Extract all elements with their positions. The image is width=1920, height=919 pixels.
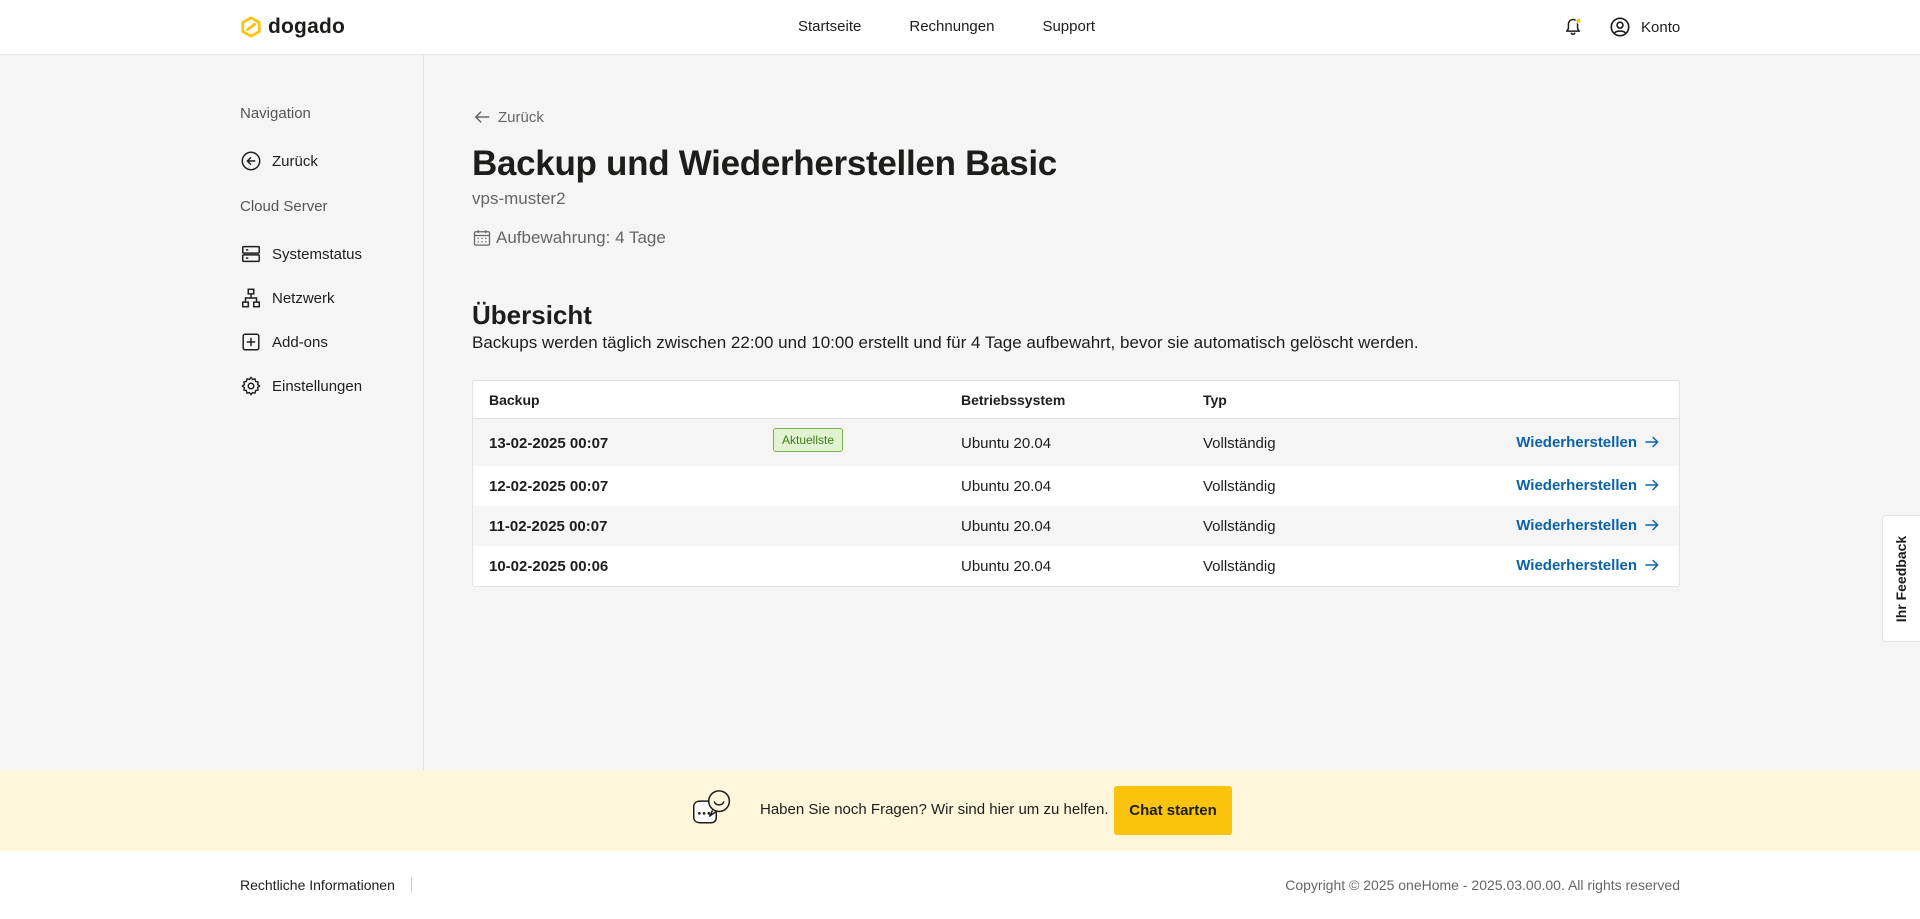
restore-button[interactable]: Wiederherstellen bbox=[1516, 476, 1661, 494]
table-body: 13-02-2025 00:07 Aktuellste Ubuntu 20.04… bbox=[473, 419, 1679, 586]
column-header-os: Betriebssystem bbox=[961, 392, 1066, 408]
arrow-right-icon bbox=[1645, 436, 1659, 448]
content-area: Navigation Zurück Cloud Server Systemsta… bbox=[0, 55, 1920, 770]
table-row: 12-02-2025 00:07 Ubuntu 20.04 Vollständi… bbox=[473, 466, 1679, 506]
restore-label: Wiederherstellen bbox=[1516, 433, 1637, 451]
account-menu[interactable]: Konto bbox=[1609, 16, 1680, 38]
arrow-right-icon bbox=[1645, 559, 1659, 571]
backup-date: 10-02-2025 00:06 bbox=[489, 558, 609, 575]
arrow-left-circle-icon bbox=[241, 151, 261, 171]
arrow-right-icon bbox=[1645, 479, 1659, 491]
server-name: vps-muster2 bbox=[472, 189, 566, 208]
user-circle-icon bbox=[1610, 17, 1630, 37]
backup-os: Ubuntu 20.04 bbox=[961, 558, 1052, 575]
nav-rechnungen[interactable]: Rechnungen bbox=[909, 18, 994, 35]
backup-type: Vollständig bbox=[1203, 518, 1276, 535]
plus-square-icon bbox=[242, 333, 260, 351]
sidebar-item-label: Zurück bbox=[272, 152, 318, 170]
backup-type: Vollständig bbox=[1203, 478, 1276, 495]
calendar-icon bbox=[473, 230, 491, 246]
sidebar-item-label: Netzwerk bbox=[272, 289, 335, 307]
sidebar-section-cloud-server: Cloud Server bbox=[240, 198, 328, 215]
feedback-tab-label: Ihr Feedback bbox=[1893, 535, 1910, 622]
sidebar-item-back[interactable]: Zurück bbox=[240, 150, 318, 172]
backup-date: 13-02-2025 00:07 bbox=[489, 435, 609, 452]
bell-icon[interactable] bbox=[1563, 16, 1583, 38]
sidebar-item-netzwerk[interactable]: Netzwerk bbox=[240, 287, 335, 309]
latest-badge: Aktuellste bbox=[773, 428, 844, 452]
feedback-tab[interactable]: Ihr Feedback bbox=[1882, 515, 1920, 642]
arrow-left-icon bbox=[475, 111, 490, 123]
sidebar-item-einstellungen[interactable]: Einstellungen bbox=[240, 375, 362, 397]
gear-icon bbox=[241, 376, 261, 396]
sidebar-item-add-ons[interactable]: Add-ons bbox=[240, 331, 328, 353]
network-icon bbox=[242, 288, 260, 308]
overview-title: Übersicht bbox=[472, 300, 592, 330]
server-icon bbox=[242, 245, 260, 263]
backup-os: Ubuntu 20.04 bbox=[961, 435, 1052, 452]
retention-label: Aufbewahrung: 4 Tage bbox=[496, 228, 666, 247]
copyright: Copyright © 2025 oneHome - 2025.03.00.00… bbox=[1285, 877, 1680, 893]
restore-button[interactable]: Wiederherstellen bbox=[1516, 516, 1661, 534]
restore-button[interactable]: Wiederherstellen bbox=[1516, 556, 1661, 574]
table-header: Backup Betriebssystem Typ bbox=[473, 381, 1679, 419]
column-header-backup: Backup bbox=[489, 392, 540, 408]
footer: Rechtliche Informationen Copyright © 202… bbox=[0, 851, 1920, 919]
backup-os: Ubuntu 20.04 bbox=[961, 518, 1052, 535]
table-row: 11-02-2025 00:07 Ubuntu 20.04 Vollständi… bbox=[473, 506, 1679, 546]
sidebar-item-label: Systemstatus bbox=[272, 245, 363, 263]
top-header: dogado Startseite Rechnungen Support Kon… bbox=[0, 0, 1920, 55]
backup-date: 12-02-2025 00:07 bbox=[489, 478, 609, 495]
help-text: Haben Sie noch Fragen? Wir sind hier um … bbox=[760, 801, 1109, 818]
back-link[interactable]: Zurück bbox=[472, 107, 544, 127]
dogado-logo[interactable]: dogado bbox=[240, 15, 345, 39]
backup-table: Backup Betriebssystem Typ 13-02-2025 00:… bbox=[472, 380, 1680, 587]
brand-name: dogado bbox=[268, 15, 346, 38]
backup-date: 11-02-2025 00:07 bbox=[489, 518, 608, 535]
column-header-type: Typ bbox=[1203, 392, 1227, 408]
restore-label: Wiederherstellen bbox=[1516, 556, 1637, 574]
nav-startseite[interactable]: Startseite bbox=[798, 18, 861, 35]
restore-label: Wiederherstellen bbox=[1516, 476, 1637, 494]
backup-type: Vollständig bbox=[1203, 435, 1276, 452]
backup-type: Vollständig bbox=[1203, 558, 1276, 575]
page-title: Backup und Wiederherstellen Basic bbox=[472, 144, 1057, 183]
sidebar-item-label: Add-ons bbox=[272, 333, 328, 351]
nav-support[interactable]: Support bbox=[1042, 18, 1095, 35]
sidebar-section-navigation: Navigation bbox=[240, 105, 311, 122]
table-row: 10-02-2025 00:06 Ubuntu 20.04 Vollständi… bbox=[473, 546, 1679, 586]
overview-description: Backups werden täglich zwischen 22:00 un… bbox=[472, 333, 1419, 352]
chat-start-button[interactable]: Chat starten bbox=[1114, 786, 1232, 835]
retention-info: Aufbewahrung: 4 Tage bbox=[472, 228, 666, 248]
arrow-right-icon bbox=[1645, 519, 1659, 531]
restore-button[interactable]: Wiederherstellen bbox=[1516, 433, 1661, 451]
dogado-logo-icon bbox=[241, 16, 261, 38]
sidebar-item-systemstatus[interactable]: Systemstatus bbox=[240, 243, 362, 265]
sidebar-item-label: Einstellungen bbox=[272, 377, 363, 395]
back-link-label: Zurück bbox=[498, 108, 544, 126]
help-banner: Haben Sie noch Fragen? Wir sind hier um … bbox=[0, 770, 1920, 851]
account-label: Konto bbox=[1641, 18, 1681, 36]
table-row: 13-02-2025 00:07 Aktuellste Ubuntu 20.04… bbox=[473, 419, 1679, 466]
restore-label: Wiederherstellen bbox=[1516, 516, 1637, 534]
sidebar: Navigation Zurück Cloud Server Systemsta… bbox=[0, 55, 424, 770]
backup-os: Ubuntu 20.04 bbox=[961, 478, 1052, 495]
legal-info-link[interactable]: Rechtliche Informationen bbox=[240, 877, 412, 893]
chat-bubbles-icon bbox=[693, 790, 731, 824]
main-navigation: Startseite Rechnungen Support bbox=[798, 18, 1143, 35]
